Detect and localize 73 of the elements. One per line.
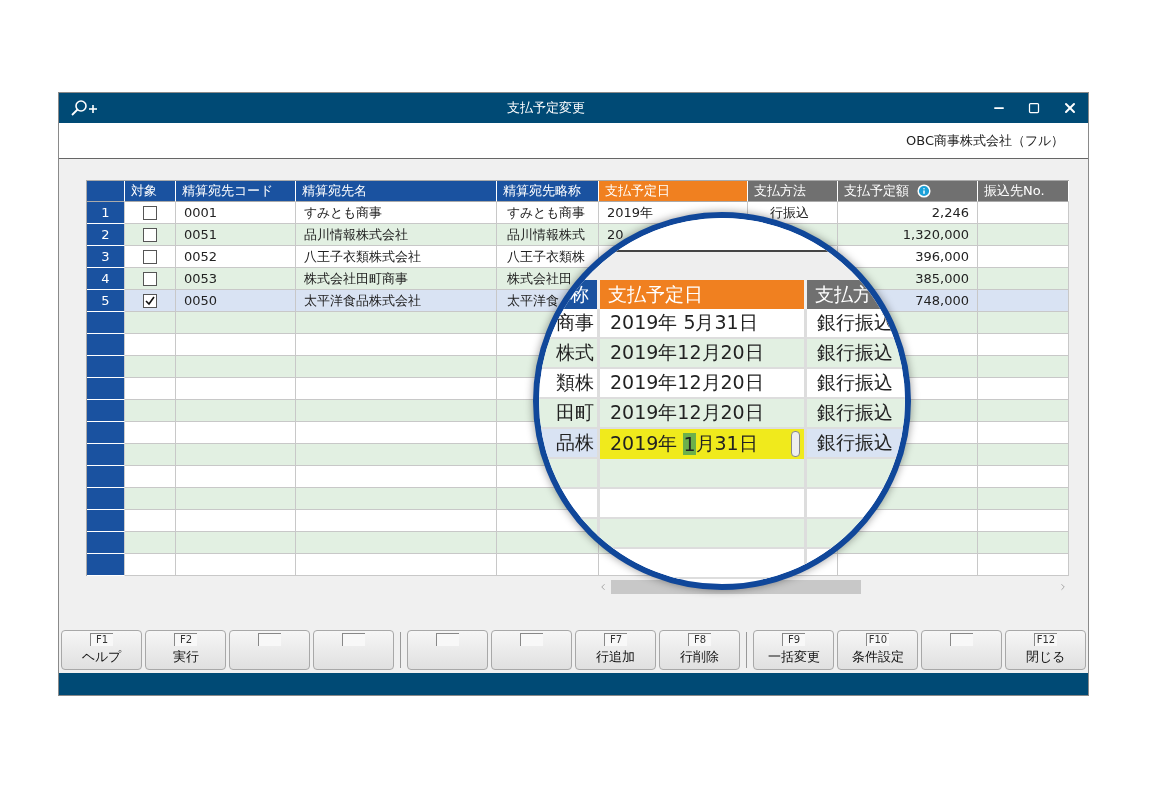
row-number[interactable] (87, 444, 125, 466)
table-cell: 2019年12月20日 (600, 399, 807, 429)
row-number[interactable] (87, 554, 125, 576)
column-header[interactable]: 支払方法 (748, 181, 838, 202)
column-header[interactable]: 精算宛先コード (176, 181, 296, 202)
column-header[interactable] (87, 181, 125, 202)
table-cell: 行振込 (748, 202, 838, 224)
row-number[interactable] (87, 356, 125, 378)
date-input-field[interactable]: 2019年 1月31日 (600, 429, 807, 459)
company-name: OBC商事株式会社（フル） (906, 131, 1064, 150)
table-cell: 396,000 (838, 246, 978, 268)
function-key-button[interactable]: F9 一括変更 (753, 630, 834, 670)
column-header[interactable]: 精算宛先略称 (497, 181, 599, 202)
function-key-button[interactable]: F1 ヘルプ (61, 630, 142, 670)
table-cell: 品川情報株式 (497, 224, 599, 246)
table-cell: 2019年12月20日 (600, 339, 807, 369)
row-number[interactable]: 1 (87, 202, 125, 224)
table-cell: 八王子衣類株 (497, 246, 599, 268)
table-cell: 銀行振込 (807, 429, 905, 459)
row-number[interactable] (87, 312, 125, 334)
table-cell: 0001 (176, 202, 296, 224)
row-number[interactable] (87, 532, 125, 554)
row-number[interactable] (87, 466, 125, 488)
row-number[interactable] (87, 488, 125, 510)
table-cell: 2019年12月20日 (600, 369, 807, 399)
function-key-button[interactable]: F12 閉じる (1005, 630, 1086, 670)
row-number[interactable]: 4 (87, 268, 125, 290)
checkbox[interactable] (143, 271, 157, 286)
checkbox[interactable] (143, 205, 157, 220)
table-cell: 1,320,000 (838, 224, 978, 246)
table-cell: すみとも商事 (497, 202, 599, 224)
row-number[interactable] (87, 422, 125, 444)
column-header[interactable]: 振込先No. (978, 181, 1069, 202)
row-number[interactable] (87, 378, 125, 400)
function-key-button[interactable]: F2 実行 (145, 630, 226, 670)
column-header: 支払予定日 (600, 280, 807, 309)
table-cell: 0051 (176, 224, 296, 246)
table-cell: 銀行振込 (807, 399, 905, 429)
table-cell: 2,246 (838, 202, 978, 224)
row-number[interactable] (87, 400, 125, 422)
table-cell: 2019年 5月31日 (600, 309, 807, 339)
table-cell: 品川情報株式会社 (296, 224, 497, 246)
window-title: 支払予定変更 (505, 99, 586, 117)
function-key-button[interactable]: F10 条件設定 (837, 630, 918, 670)
row-number[interactable]: 5 (87, 290, 125, 312)
function-key-button[interactable]: F8 行削除 (659, 630, 740, 670)
table-cell: 田町 (539, 399, 600, 429)
table-cell: 八王子衣類株式会社 (296, 246, 497, 268)
table-cell: 類株 (539, 369, 600, 399)
table-cell: 品株 (539, 429, 600, 459)
column-header[interactable]: 対象 (125, 181, 176, 202)
row-number[interactable]: 2 (87, 224, 125, 246)
table-cell: 銀行振込 (807, 369, 905, 399)
column-header[interactable]: 精算宛先名 (296, 181, 497, 202)
row-number[interactable] (87, 334, 125, 356)
table-cell: 株式会社田町商事 (296, 268, 497, 290)
checkbox[interactable] (143, 249, 157, 264)
close-icon[interactable] (1062, 100, 1078, 116)
table-cell: 太平洋食品株式会社 (296, 290, 497, 312)
info-icon[interactable] (917, 184, 931, 198)
table-cell: 株式 (539, 339, 600, 369)
table-cell: 0050 (176, 290, 296, 312)
row-number[interactable]: 3 (87, 246, 125, 268)
table-cell: すみとも商事 (296, 202, 497, 224)
zoom-in-icon[interactable] (69, 99, 99, 117)
function-key-button[interactable]: F7 行追加 (575, 630, 656, 670)
checkbox[interactable] (143, 227, 157, 242)
row-number[interactable] (87, 510, 125, 532)
maximize-icon[interactable] (1028, 102, 1040, 114)
checkbox[interactable] (143, 293, 157, 308)
table-cell: 0052 (176, 246, 296, 268)
table-cell: 0053 (176, 268, 296, 290)
column-header[interactable]: 支払予定額 (838, 181, 978, 202)
